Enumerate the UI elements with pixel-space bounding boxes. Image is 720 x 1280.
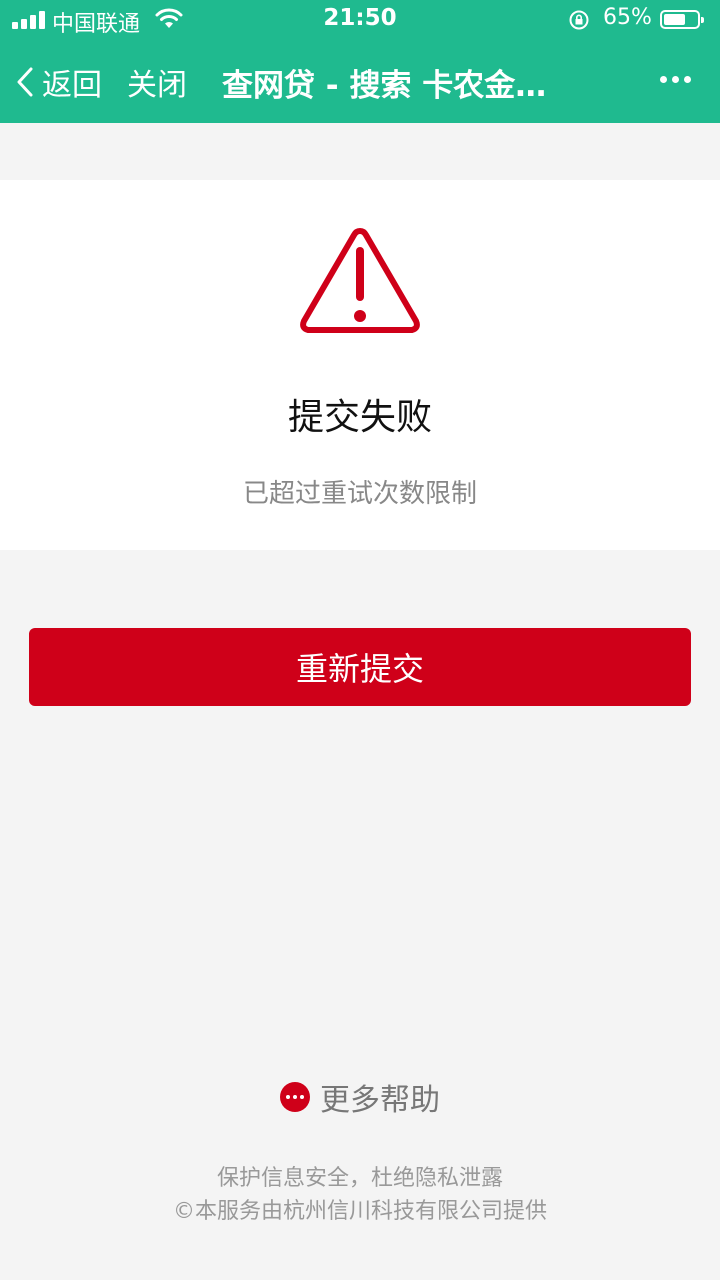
result-card: 提交失败 已超过重试次数限制 bbox=[0, 180, 720, 550]
top-bar: 中国联通 21:50 65% 返回 关闭 查网贷 - 搜索 卡农金… bbox=[0, 0, 720, 123]
rotation-lock-icon bbox=[569, 10, 589, 30]
more-options-icon[interactable] bbox=[660, 76, 691, 83]
result-title: 提交失败 bbox=[287, 397, 432, 438]
page-title: 查网贷 - 搜索 卡农金… bbox=[222, 68, 547, 104]
more-help-label: 更多帮助 bbox=[320, 1083, 440, 1118]
back-button[interactable]: 返回 bbox=[16, 60, 102, 104]
footer-provider-text: ©本服务由杭州信川科技有限公司提供 bbox=[172, 1199, 547, 1224]
battery-percent: 65% bbox=[603, 5, 652, 30]
warning-icon bbox=[300, 228, 420, 333]
more-help-link[interactable]: 更多帮助 bbox=[0, 1075, 720, 1119]
close-button[interactable]: 关闭 bbox=[127, 60, 187, 104]
status-bar: 中国联通 21:50 65% bbox=[0, 0, 720, 40]
resubmit-button[interactable]: 重新提交 bbox=[29, 628, 691, 706]
more-dots-icon bbox=[280, 1082, 310, 1112]
footer-privacy-text: 保护信息安全，杜绝隐私泄露 bbox=[216, 1166, 503, 1191]
back-label: 返回 bbox=[42, 68, 102, 103]
footer: 保护信息安全，杜绝隐私泄露 ©本服务由杭州信川科技有限公司提供 bbox=[0, 1162, 720, 1228]
navigation-bar: 返回 关闭 查网贷 - 搜索 卡农金… bbox=[0, 40, 720, 123]
battery-icon bbox=[660, 10, 704, 29]
result-description: 已超过重试次数限制 bbox=[242, 479, 477, 509]
chevron-left-icon bbox=[17, 67, 33, 97]
